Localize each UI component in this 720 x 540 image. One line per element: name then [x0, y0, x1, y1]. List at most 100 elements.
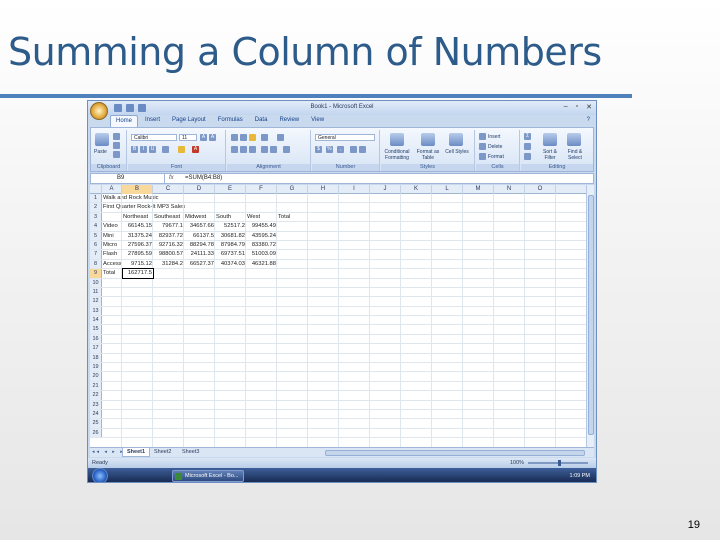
row-number[interactable]: 18: [90, 353, 102, 363]
active-cell[interactable]: 162717.5: [122, 268, 154, 279]
fx-icon[interactable]: fx: [169, 174, 174, 183]
delete-cells-button[interactable]: Delete: [488, 144, 502, 150]
cell[interactable]: 46321.88: [247, 260, 277, 268]
tab-insert[interactable]: Insert: [140, 115, 165, 127]
row-number[interactable]: 16: [90, 334, 102, 344]
tab-formulas[interactable]: Formulas: [213, 115, 248, 127]
column-header-o[interactable]: O: [525, 185, 556, 194]
column-header-e[interactable]: E: [215, 185, 246, 194]
cell[interactable]: South: [216, 213, 231, 221]
cell[interactable]: 83380.72: [247, 241, 277, 249]
column-header-j[interactable]: J: [370, 185, 401, 194]
row-number[interactable]: 25: [90, 419, 102, 428]
align-middle-icon[interactable]: [240, 134, 247, 141]
currency-icon[interactable]: $: [315, 146, 322, 153]
align-top-icon[interactable]: [231, 134, 238, 141]
font-size-select[interactable]: 11: [179, 134, 197, 141]
scroll-thumb[interactable]: [588, 195, 594, 435]
row-number[interactable]: 23: [90, 400, 102, 409]
cell[interactable]: Mini: [103, 232, 114, 240]
tab-home[interactable]: Home: [110, 115, 139, 127]
cell[interactable]: 31375.24: [123, 232, 153, 240]
format-as-table-button[interactable]: Format as Table: [413, 149, 443, 161]
decrease-decimal-icon[interactable]: [359, 146, 366, 153]
paste-icon[interactable]: [95, 133, 109, 146]
sheet-tab-2[interactable]: Sheet2: [150, 448, 175, 457]
align-right-icon[interactable]: [249, 146, 256, 153]
sort-filter-icon[interactable]: [543, 133, 557, 146]
cell[interactable]: West: [247, 213, 260, 221]
cell[interactable]: 43595.24: [247, 232, 277, 240]
merge-center-icon[interactable]: [283, 146, 290, 153]
formula-input[interactable]: =SUM(B4:B8): [185, 174, 222, 183]
align-left-icon[interactable]: [231, 146, 238, 153]
paste-button[interactable]: Paste: [94, 149, 107, 155]
row-number[interactable]: 10: [90, 278, 102, 287]
cell[interactable]: Flash: [103, 250, 117, 258]
sheet-tab-1[interactable]: Sheet1: [122, 448, 151, 457]
cell[interactable]: 66527.37: [185, 260, 215, 268]
format-cells-button[interactable]: Format: [488, 154, 504, 160]
delete-cells-icon[interactable]: [479, 143, 486, 150]
row-number[interactable]: 6: [90, 240, 102, 250]
cell[interactable]: Micro: [103, 241, 117, 249]
horizontal-scrollbar[interactable]: [325, 450, 585, 456]
cut-icon[interactable]: [113, 133, 120, 140]
find-select-icon[interactable]: [567, 133, 581, 146]
row-number[interactable]: 14: [90, 316, 102, 325]
column-header-g[interactable]: G: [277, 185, 308, 194]
cell[interactable]: 24111.33: [185, 250, 215, 258]
conditional-formatting-icon[interactable]: [390, 133, 404, 146]
cell[interactable]: Accessories: [103, 260, 122, 268]
row-number[interactable]: 15: [90, 325, 102, 334]
row-number[interactable]: 8: [90, 259, 102, 269]
bold-icon[interactable]: B: [131, 146, 138, 153]
cell-styles-button[interactable]: Cell Styles: [443, 149, 471, 155]
cell[interactable]: 66137.5: [185, 232, 215, 240]
zoom-level[interactable]: 100%: [510, 458, 524, 468]
column-header-b[interactable]: B: [122, 185, 153, 194]
zoom-slider-knob[interactable]: [558, 460, 561, 466]
sheet-tab-3[interactable]: Sheet3: [178, 448, 203, 457]
align-center-icon[interactable]: [240, 146, 247, 153]
decrease-indent-icon[interactable]: [261, 146, 268, 153]
italic-icon[interactable]: I: [140, 146, 147, 153]
close-button[interactable]: ✕: [586, 103, 592, 111]
grow-font-icon[interactable]: A: [200, 134, 207, 141]
insert-cells-icon[interactable]: [479, 133, 486, 140]
cell[interactable]: 98800.57: [154, 250, 184, 258]
copy-icon[interactable]: [113, 142, 120, 149]
maximize-button[interactable]: ▫: [576, 103, 578, 111]
row-number[interactable]: 9: [90, 269, 102, 278]
conditional-formatting-button[interactable]: Conditional Formatting: [379, 149, 415, 161]
name-box[interactable]: B9: [91, 174, 165, 183]
cell[interactable]: 82937.72: [154, 232, 184, 240]
column-header-k[interactable]: K: [401, 185, 432, 194]
format-cells-icon[interactable]: [479, 153, 486, 160]
cell[interactable]: Northeast: [123, 213, 148, 221]
clear-icon[interactable]: [524, 153, 531, 160]
cell[interactable]: 31284.2: [154, 260, 184, 268]
row-number[interactable]: 1: [90, 194, 102, 203]
column-header-m[interactable]: M: [463, 185, 494, 194]
underline-icon[interactable]: U: [149, 146, 156, 153]
autosum-icon[interactable]: Σ: [524, 133, 531, 140]
cell[interactable]: 9715.12: [123, 260, 153, 268]
column-header-n[interactable]: N: [494, 185, 525, 194]
column-header-h[interactable]: H: [308, 185, 339, 194]
row-number[interactable]: 19: [90, 363, 102, 372]
font-name-select[interactable]: Calibri: [131, 134, 177, 141]
percent-icon[interactable]: %: [326, 146, 333, 153]
cell[interactable]: 87984.79: [216, 241, 246, 249]
wrap-text-icon[interactable]: [277, 134, 284, 141]
row-number[interactable]: 11: [90, 287, 102, 297]
tab-review[interactable]: Review: [274, 115, 304, 127]
fill-color-icon[interactable]: [178, 146, 185, 153]
column-header-l[interactable]: L: [432, 185, 463, 194]
column-header-d[interactable]: D: [184, 185, 215, 194]
cell[interactable]: First Quarter Rock-It MP3 Sales: [103, 203, 185, 211]
align-bottom-icon[interactable]: [249, 134, 256, 141]
column-header-f[interactable]: F: [246, 185, 277, 194]
cell[interactable]: Total: [103, 269, 115, 277]
increase-decimal-icon[interactable]: [350, 146, 357, 153]
